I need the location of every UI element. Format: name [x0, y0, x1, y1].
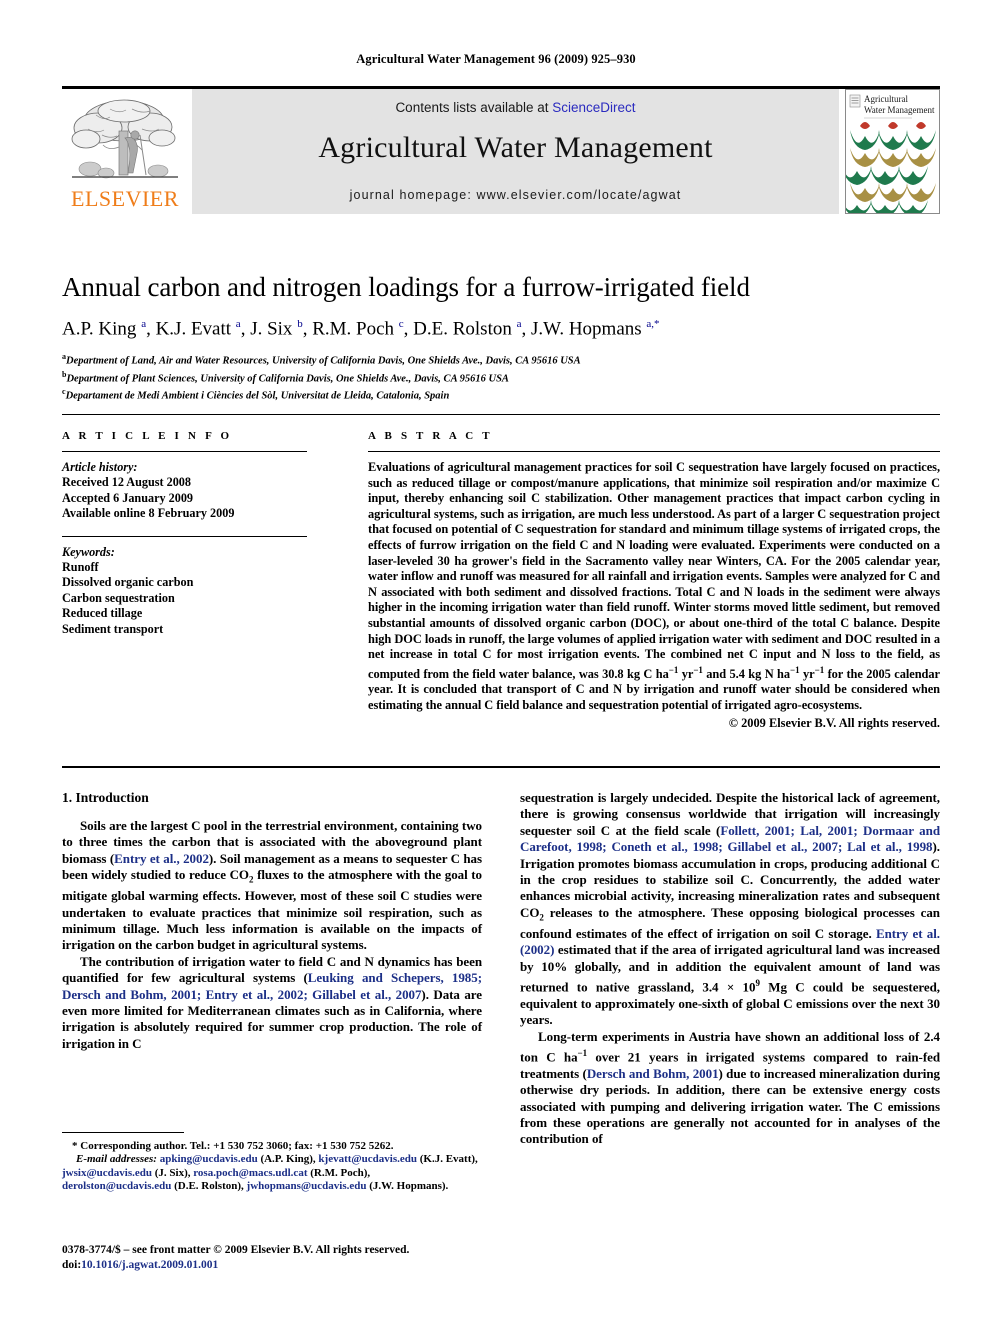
article-info-heading: A R T I C L E I N F O — [62, 430, 233, 442]
affiliation-item: aDepartment of Land, Air and Water Resou… — [62, 350, 942, 368]
body-column-right: sequestration is largely undecided. Desp… — [520, 790, 940, 1148]
abstract-copyright: © 2009 Elsevier B.V. All rights reserved… — [728, 715, 940, 730]
contents-list-line: Contents lists available at ScienceDirec… — [192, 100, 839, 115]
affiliation-list: aDepartment of Land, Air and Water Resou… — [62, 350, 942, 403]
sciencedirect-link[interactable]: ScienceDirect — [552, 100, 635, 115]
abstract-rule — [368, 451, 940, 452]
info-band-bottom-rule — [62, 766, 940, 768]
running-head: Agricultural Water Management 96 (2009) … — [356, 52, 636, 66]
body-paragraph: Soils are the largest C pool in the terr… — [62, 818, 483, 953]
doi-line[interactable]: doi:10.1016/j.agwat.2009.01.001 — [62, 1258, 502, 1273]
info-band-top-rule — [62, 414, 940, 415]
affiliation-text: Department of Land, Air and Water Resour… — [66, 355, 581, 367]
svg-text:Water Management: Water Management — [864, 105, 935, 115]
article-history-item: Available online 8 February 2009 — [62, 506, 235, 521]
body-paragraph: Long-term experiments in Austria have sh… — [520, 1028, 941, 1147]
keyword-item: Reduced tillage — [62, 606, 143, 621]
body-column-left: 1. Introduction Soils are the largest C … — [62, 790, 482, 1052]
abstract-panel: A B S T R A C T Evaluations of agricultu… — [368, 430, 940, 731]
journal-cover-thumbnail[interactable]: Agricultural Water Management — [845, 89, 940, 214]
front-matter-line: 0378-3774/$ – see front matter © 2009 El… — [62, 1244, 410, 1256]
body-paragraph: The contribution of irrigation water to … — [62, 953, 482, 1051]
affiliation-text: Department of Plant Sciences, University… — [66, 373, 509, 385]
article-history-label: Article history: — [62, 460, 138, 474]
keyword-item: Dissolved organic carbon — [62, 575, 194, 590]
abstract-text: Evaluations of agricultural management p… — [368, 460, 940, 713]
affiliation-item: bDepartment of Plant Sciences, Universit… — [62, 368, 942, 386]
author-list: A.P. King a, K.J. Evatt a, J. Six b, R.M… — [62, 318, 660, 340]
keyword-item: Sediment transport — [62, 621, 164, 636]
footnote-rule — [62, 1132, 184, 1133]
journal-title: Agricultural Water Management — [318, 131, 713, 164]
email-addresses-note[interactable]: E-mail addresses: apking@ucdavis.edu (A.… — [62, 1153, 482, 1193]
journal-homepage-link[interactable]: journal homepage: www.elsevier.com/locat… — [192, 188, 839, 202]
article-history-item: Accepted 6 January 2009 — [62, 490, 194, 505]
keywords-label: Keywords: — [62, 544, 115, 559]
corresponding-author-note: * Corresponding author. Tel.: +1 530 752… — [72, 1140, 394, 1152]
doi-prefix: doi: — [62, 1258, 82, 1271]
affiliation-text: Departament de Medi Ambient i Ciències d… — [65, 390, 450, 402]
affiliation-item: cDepartament de Medi Ambient i Ciències … — [62, 385, 942, 403]
footnote-block: * Corresponding author. Tel.: +1 530 752… — [62, 1140, 482, 1194]
journal-masthead: ELSEVIER Contents lists available at Sci… — [62, 86, 940, 214]
article-info-rule — [62, 451, 307, 452]
imprint-block: 0378-3774/$ – see front matter © 2009 El… — [62, 1243, 502, 1272]
journal-banner: Contents lists available at ScienceDirec… — [192, 89, 839, 214]
contents-prefix-text: Contents lists available at — [395, 100, 553, 115]
body-paragraph: sequestration is largely undecided. Desp… — [520, 790, 941, 1028]
journal-article-page: Agricultural Water Management 96 (2009) … — [0, 0, 992, 1323]
svg-text:Agricultural: Agricultural — [864, 94, 908, 104]
keyword-item: Runoff — [62, 560, 99, 575]
keyword-item: Carbon sequestration — [62, 590, 175, 605]
section-heading-introduction: 1. Introduction — [62, 790, 149, 805]
keywords-rule — [62, 535, 307, 537]
cover-artwork-icon: Agricultural Water Management — [846, 90, 939, 213]
page-title: Annual carbon and nitrogen loadings for … — [62, 272, 750, 302]
elsevier-tree-icon — [71, 99, 178, 179]
elsevier-logo: ELSEVIER — [62, 89, 188, 214]
doi-value[interactable]: 10.1016/j.agwat.2009.01.001 — [81, 1259, 218, 1271]
article-info-panel: A R T I C L E I N F O Article history: R… — [62, 430, 307, 637]
article-history-item: Received 12 August 2008 — [62, 475, 191, 490]
abstract-heading: A B S T R A C T — [368, 430, 493, 442]
elsevier-wordmark: ELSEVIER — [71, 186, 179, 211]
